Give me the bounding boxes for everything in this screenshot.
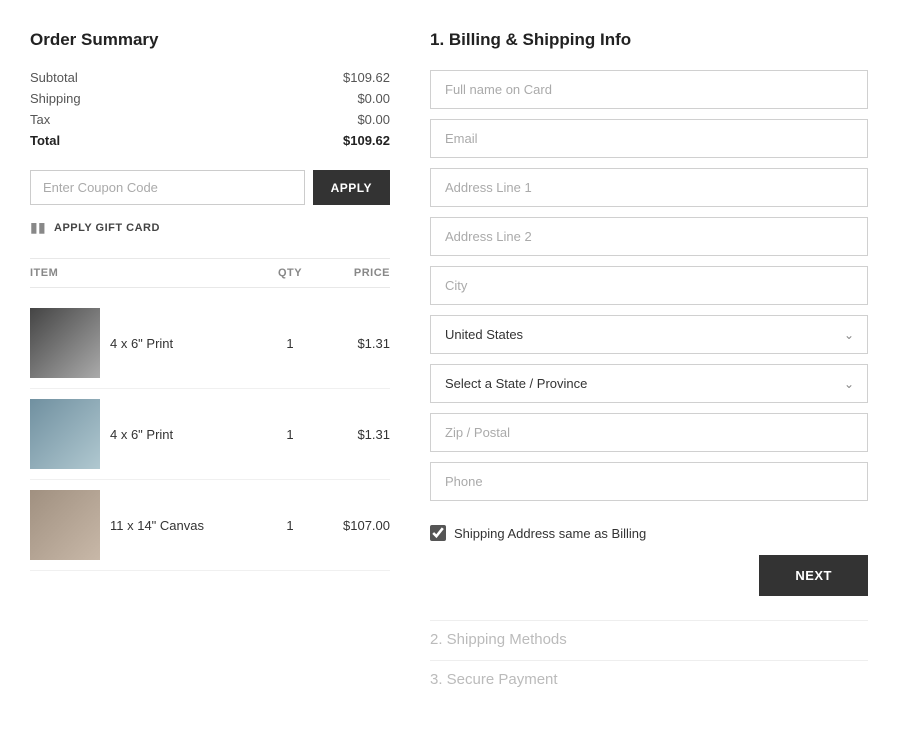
gift-card-row[interactable]: ▮▮ APPLY GIFT CARD <box>30 219 390 236</box>
country-select-wrapper: United States ⌄ <box>430 315 868 354</box>
address2-field[interactable] <box>430 217 868 256</box>
item-price: $1.31 <box>320 336 390 351</box>
order-summary-title: Order Summary <box>30 30 390 50</box>
table-row: 4 x 6" Print 1 $1.31 <box>30 389 390 480</box>
item-name: 11 x 14" Canvas <box>110 518 204 533</box>
apply-coupon-button[interactable]: APPLY <box>313 170 390 205</box>
country-select[interactable]: United States <box>430 315 868 354</box>
item-qty: 1 <box>260 518 320 533</box>
order-items: 4 x 6" Print 1 $1.31 4 x 6" Print 1 $1.3… <box>30 298 390 571</box>
phone-field[interactable] <box>430 462 868 501</box>
gift-card-icon: ▮▮ <box>30 219 46 236</box>
col-price: PRICE <box>320 267 390 279</box>
coupon-area: APPLY <box>30 170 390 205</box>
subtotal-value: $109.62 <box>343 70 390 85</box>
total-value: $109.62 <box>343 133 390 148</box>
shipping-same-row: Shipping Address same as Billing <box>430 525 868 541</box>
billing-title: 1. Billing & Shipping Info <box>430 30 868 50</box>
subtotal-row: Subtotal $109.62 <box>30 70 390 85</box>
zip-field[interactable] <box>430 413 868 452</box>
tax-label: Tax <box>30 112 50 127</box>
item-info: 11 x 14" Canvas <box>30 490 260 560</box>
step2-title: 2. Shipping Methods <box>430 631 868 648</box>
item-price: $1.31 <box>320 427 390 442</box>
billing-panel: 1. Billing & Shipping Info United States… <box>430 30 868 700</box>
gift-card-label: APPLY GIFT CARD <box>54 222 160 234</box>
city-field[interactable] <box>430 266 868 305</box>
item-thumbnail <box>30 308 100 378</box>
item-info: 4 x 6" Print <box>30 308 260 378</box>
order-summary-panel: Order Summary Subtotal $109.62 Shipping … <box>30 30 390 700</box>
address1-field[interactable] <box>430 168 868 207</box>
state-select[interactable]: Select a State / Province <box>430 364 868 403</box>
email-field[interactable] <box>430 119 868 158</box>
item-info: 4 x 6" Print <box>30 399 260 469</box>
table-row: 4 x 6" Print 1 $1.31 <box>30 298 390 389</box>
total-label: Total <box>30 133 60 148</box>
item-name: 4 x 6" Print <box>110 427 173 442</box>
total-row: Total $109.62 <box>30 133 390 148</box>
col-qty: QTY <box>260 267 320 279</box>
item-thumbnail <box>30 399 100 469</box>
next-button[interactable]: NEXT <box>759 555 868 596</box>
shipping-value: $0.00 <box>357 91 390 106</box>
item-price: $107.00 <box>320 518 390 533</box>
shipping-label: Shipping <box>30 91 81 106</box>
tax-value: $0.00 <box>357 112 390 127</box>
item-qty: 1 <box>260 336 320 351</box>
next-btn-row: NEXT <box>430 555 868 596</box>
table-row: 11 x 14" Canvas 1 $107.00 <box>30 480 390 571</box>
divider-2 <box>430 660 868 661</box>
tax-row: Tax $0.00 <box>30 112 390 127</box>
coupon-input[interactable] <box>30 170 305 205</box>
divider-1 <box>430 620 868 621</box>
item-name: 4 x 6" Print <box>110 336 173 351</box>
state-select-wrapper: Select a State / Province ⌄ <box>430 364 868 403</box>
full-name-field[interactable] <box>430 70 868 109</box>
table-header: ITEM QTY PRICE <box>30 258 390 288</box>
subtotal-label: Subtotal <box>30 70 78 85</box>
item-thumbnail <box>30 490 100 560</box>
step3-title: 3. Secure Payment <box>430 671 868 688</box>
col-item: ITEM <box>30 267 260 279</box>
shipping-same-checkbox[interactable] <box>430 525 446 541</box>
shipping-row: Shipping $0.00 <box>30 91 390 106</box>
shipping-same-label: Shipping Address same as Billing <box>454 526 646 541</box>
item-qty: 1 <box>260 427 320 442</box>
